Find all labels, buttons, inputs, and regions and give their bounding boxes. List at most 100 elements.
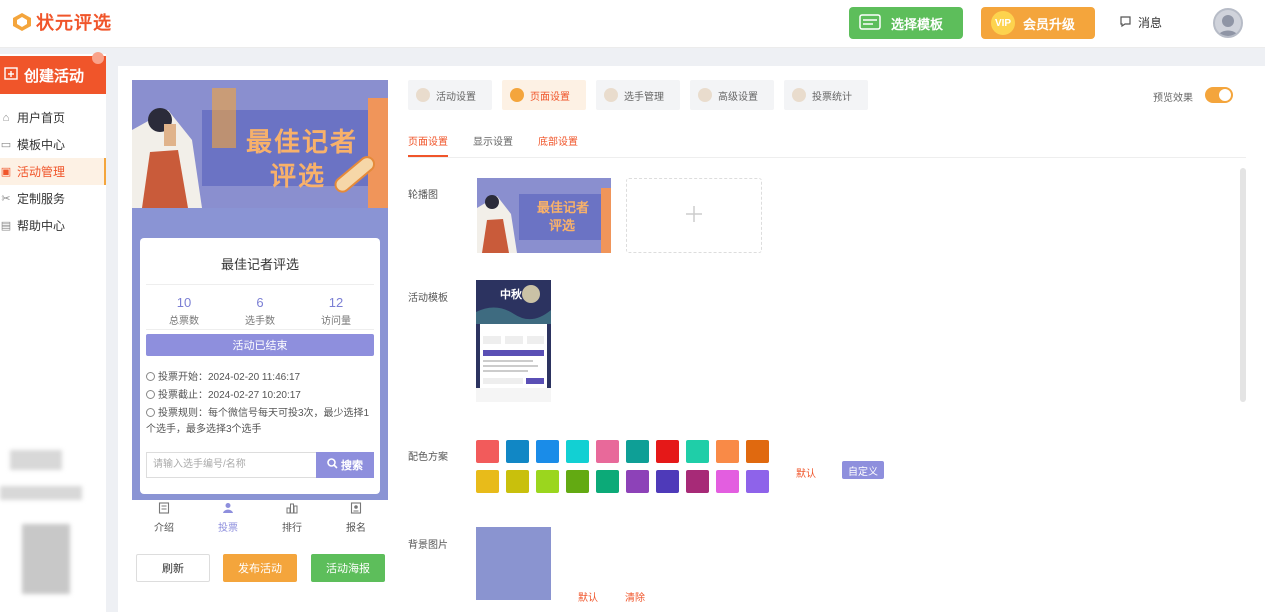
vote-start-line: 投票开始：2024-02-20 11:46:17: [146, 370, 374, 386]
tab-label: 选手管理: [624, 91, 664, 103]
logo-icon: [12, 12, 32, 32]
color-default-link[interactable]: 默认: [796, 465, 816, 480]
sidebar-item-services[interactable]: ✂ 定制服务: [0, 185, 106, 212]
color-swatch[interactable]: [656, 470, 679, 493]
color-swatch[interactable]: [596, 470, 619, 493]
publish-activity-button[interactable]: 发布活动: [223, 554, 297, 582]
color-swatch[interactable]: [716, 440, 739, 463]
active-subtab-indicator: [408, 155, 448, 157]
color-swatch[interactable]: [626, 470, 649, 493]
add-icon: [4, 66, 18, 84]
color-swatch[interactable]: [506, 470, 529, 493]
clock-icon: [146, 390, 155, 399]
svg-text:最佳记者: 最佳记者: [537, 200, 589, 215]
stat-label: 选手数: [245, 316, 275, 327]
intro-icon: [158, 502, 170, 517]
color-custom-button[interactable]: 自定义: [842, 461, 884, 479]
preview-tab-label: 介绍: [154, 523, 174, 534]
sidebar-item-label: 帮助中心: [17, 219, 66, 233]
background-clear-link[interactable]: 清除: [625, 589, 645, 604]
sidebar-item-templates[interactable]: ▭ 模板中心: [0, 131, 106, 158]
stat-value: 10: [176, 295, 192, 310]
activity-status-banner: 活动已结束: [146, 334, 374, 356]
color-swatch[interactable]: [476, 470, 499, 493]
tab-contestant-management[interactable]: 选手管理: [596, 80, 680, 110]
signup-icon: [350, 502, 362, 517]
settings-scrollbar[interactable]: [1240, 168, 1246, 402]
subtab-page-settings[interactable]: 页面设置: [408, 133, 448, 148]
notification-dot: [92, 52, 104, 64]
activity-icon: ▣: [0, 166, 12, 178]
contestant-search: 请输入选手编号/名称 搜索: [146, 452, 374, 478]
brand-logo[interactable]: 状元评选: [12, 10, 112, 34]
sidebar-item-home[interactable]: ⌂ 用户首页: [0, 104, 106, 131]
user-avatar[interactable]: [1213, 8, 1243, 38]
info-icon: [146, 408, 155, 417]
color-swatch[interactable]: [536, 440, 559, 463]
background-default-link[interactable]: 默认: [578, 589, 598, 604]
refresh-button[interactable]: 刷新: [136, 554, 210, 582]
preview-tab-vote[interactable]: 投票: [196, 500, 260, 536]
preview-tab-rank[interactable]: 排行: [260, 500, 324, 536]
contestant-search-input[interactable]: 请输入选手编号/名称: [146, 452, 316, 478]
color-swatch[interactable]: [596, 440, 619, 463]
sidebar: 创建活动 ⌂ 用户首页 ▭ 模板中心 ▣ 活动管理 ✂ 定制服务 ▤ 帮助中心: [0, 52, 106, 612]
search-icon: [327, 458, 338, 472]
home-icon: ⌂: [2, 111, 10, 124]
activity-poster-button[interactable]: 活动海报: [311, 554, 385, 582]
vip-upgrade-label: 会员升级: [1023, 16, 1076, 32]
sidebar-item-label: 模板中心: [17, 138, 66, 152]
page-settings-icon: [510, 88, 524, 102]
activity-stats: 10 总票数 6 选手数 12 访问量: [146, 284, 374, 330]
preview-tab-intro[interactable]: 介绍: [132, 500, 196, 536]
color-swatch[interactable]: [536, 470, 559, 493]
color-swatch[interactable]: [566, 440, 589, 463]
activity-settings-icon: [416, 88, 430, 102]
banner-title-line1: 最佳记者: [246, 127, 359, 157]
tab-page-settings[interactable]: 页面设置: [502, 80, 586, 110]
carousel-image[interactable]: 最佳记者 评选: [477, 178, 611, 253]
activity-template-thumbnail[interactable]: 中秋: [476, 280, 551, 402]
color-swatch[interactable]: [626, 440, 649, 463]
color-swatch[interactable]: [686, 440, 709, 463]
subtab-display-settings[interactable]: 显示设置: [473, 133, 513, 148]
sidebar-item-help[interactable]: ▤ 帮助中心: [0, 212, 106, 239]
background-image-thumbnail[interactable]: [476, 527, 551, 600]
clock-icon: [146, 372, 155, 381]
rank-icon: [286, 502, 298, 517]
subtab-footer-settings[interactable]: 底部设置: [538, 133, 578, 148]
activity-info-card: 最佳记者评选 10 总票数 6 选手数 12 访问量 活动已结束 投票开始：20…: [140, 238, 380, 494]
advanced-settings-icon: [698, 88, 712, 102]
color-swatch[interactable]: [506, 440, 529, 463]
color-swatch[interactable]: [686, 470, 709, 493]
color-swatch[interactable]: [716, 470, 739, 493]
svg-text:评选: 评选: [549, 218, 575, 233]
messages-link[interactable]: 消息: [1119, 14, 1162, 31]
add-carousel-image-button[interactable]: [626, 178, 762, 253]
contestant-search-button[interactable]: 搜索: [316, 452, 374, 478]
sidebar-item-activities[interactable]: ▣ 活动管理: [0, 158, 106, 185]
vip-upgrade-button[interactable]: VIP 会员升级: [981, 7, 1095, 39]
tab-vote-statistics[interactable]: 投票统计: [784, 80, 868, 110]
template-label: 活动模板: [408, 293, 448, 304]
banner-title-line2: 评选: [270, 161, 327, 191]
color-swatch[interactable]: [566, 470, 589, 493]
color-swatch[interactable]: [746, 470, 769, 493]
color-scheme-label: 配色方案: [408, 452, 448, 463]
statistics-icon: [792, 88, 806, 102]
preview-toggle[interactable]: [1205, 87, 1233, 103]
stat-label: 访问量: [321, 316, 351, 327]
tab-advanced-settings[interactable]: 高级设置: [690, 80, 774, 110]
preview-tab-signup[interactable]: 报名: [324, 500, 388, 536]
color-swatch[interactable]: [746, 440, 769, 463]
color-swatch[interactable]: [476, 440, 499, 463]
activity-title: 最佳记者评选: [220, 257, 299, 272]
preview-banner: 最佳记者 评选: [132, 80, 388, 208]
tab-activity-settings[interactable]: 活动设置: [408, 80, 492, 110]
tab-label: 页面设置: [530, 91, 570, 103]
page-settings-subtabs: 页面设置 显示设置 底部设置: [408, 130, 1246, 158]
color-swatch[interactable]: [656, 440, 679, 463]
select-template-button[interactable]: 选择模板: [849, 7, 963, 39]
create-activity-button[interactable]: 创建活动: [0, 52, 106, 94]
vote-rule-text: 投票规则：每个微信号每天可投3次，最少选择1个选手，最多选择3个选手: [146, 408, 370, 435]
